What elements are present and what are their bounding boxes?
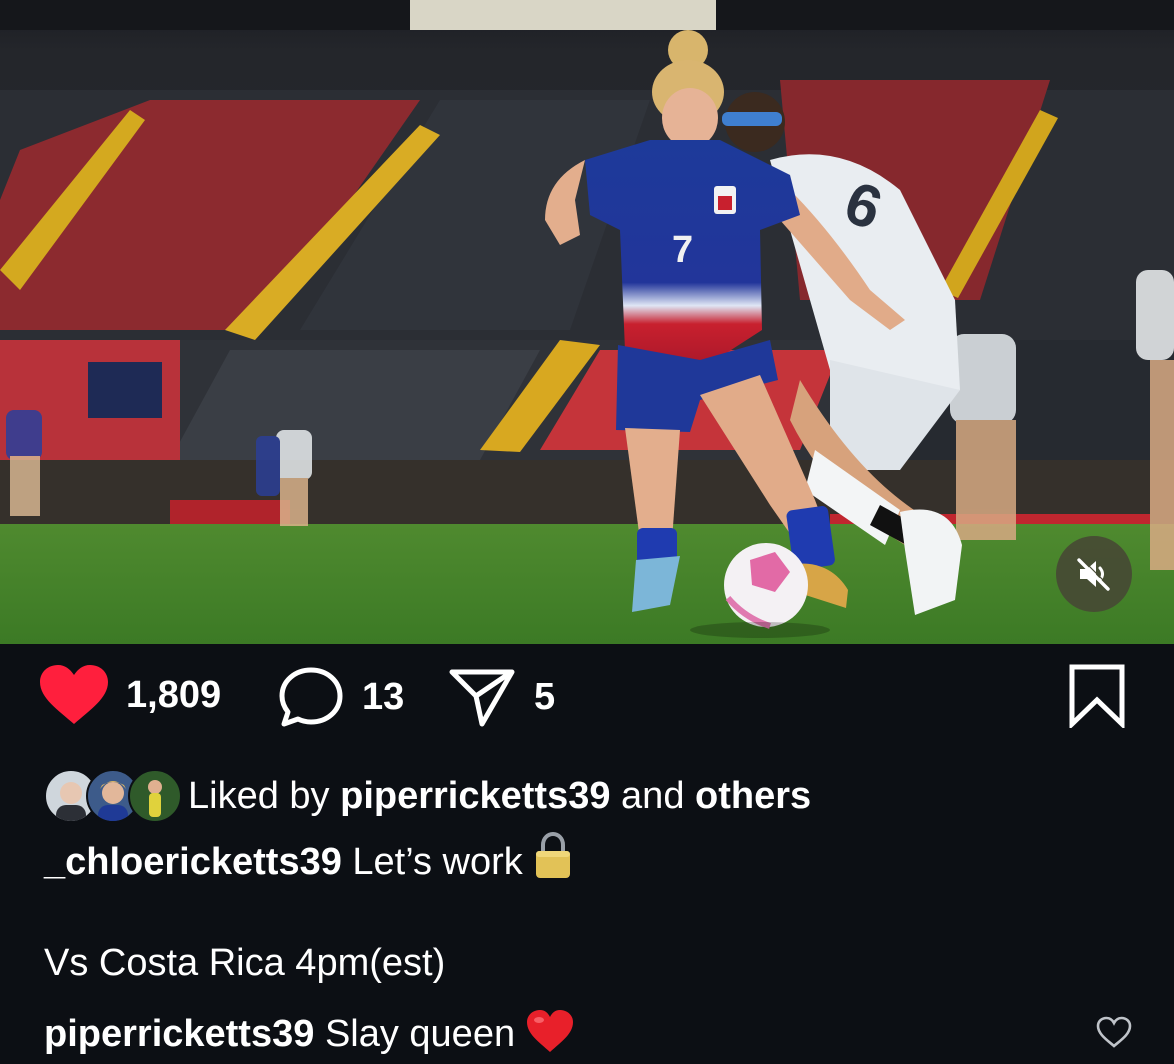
caption-text: Let’s work xyxy=(352,841,523,883)
comment-action[interactable]: 13 xyxy=(278,666,404,728)
speaker-muted-icon xyxy=(1077,557,1111,591)
speech-bubble-icon[interactable] xyxy=(278,666,344,728)
caption-username[interactable]: _chloericketts39 xyxy=(44,841,342,883)
liker-avatars[interactable] xyxy=(44,769,182,823)
lock-emoji-icon xyxy=(533,831,573,890)
liked-by-text: Liked by piperricketts39 and others xyxy=(188,775,811,818)
mute-button[interactable] xyxy=(1056,536,1132,612)
liked-by-others[interactable]: others xyxy=(695,775,811,817)
bookmark-icon[interactable] xyxy=(1068,664,1126,728)
like-count[interactable]: 1,809 xyxy=(126,674,221,717)
post-photo-illustration: 6 7 xyxy=(0,0,1174,644)
comment-text: Slay queen xyxy=(324,1013,516,1055)
liked-by-and: and xyxy=(621,774,685,817)
comment-username[interactable]: piperricketts39 xyxy=(44,1013,314,1055)
liked-by-prefix: Liked by xyxy=(188,774,330,817)
share-action[interactable]: 5 xyxy=(448,666,555,728)
post-image[interactable]: 6 7 xyxy=(0,0,1174,644)
comment-like-button[interactable] xyxy=(1096,1016,1132,1053)
heart-outline-icon[interactable] xyxy=(1096,1016,1132,1048)
like-action[interactable]: 1,809 xyxy=(38,664,221,726)
paper-plane-icon[interactable] xyxy=(448,666,516,728)
save-action[interactable] xyxy=(1068,664,1126,728)
post-action-bar: 1,809 13 5 xyxy=(0,644,1174,744)
liked-by-row[interactable]: Liked by piperricketts39 and others xyxy=(44,768,811,824)
comment-count[interactable]: 13 xyxy=(362,676,404,719)
comment-preview: piperricketts39 Slay queen xyxy=(44,1008,575,1064)
svg-text:7: 7 xyxy=(672,229,693,271)
avatar[interactable] xyxy=(128,769,182,823)
red-heart-emoji-icon xyxy=(525,1008,575,1064)
share-count[interactable]: 5 xyxy=(534,676,555,719)
caption-line-2: Vs Costa Rica 4pm(est) xyxy=(44,942,446,984)
caption: _chloericketts39 Let’s work xyxy=(44,831,573,890)
heart-icon[interactable] xyxy=(38,664,110,726)
liked-by-username[interactable]: piperricketts39 xyxy=(340,775,610,817)
